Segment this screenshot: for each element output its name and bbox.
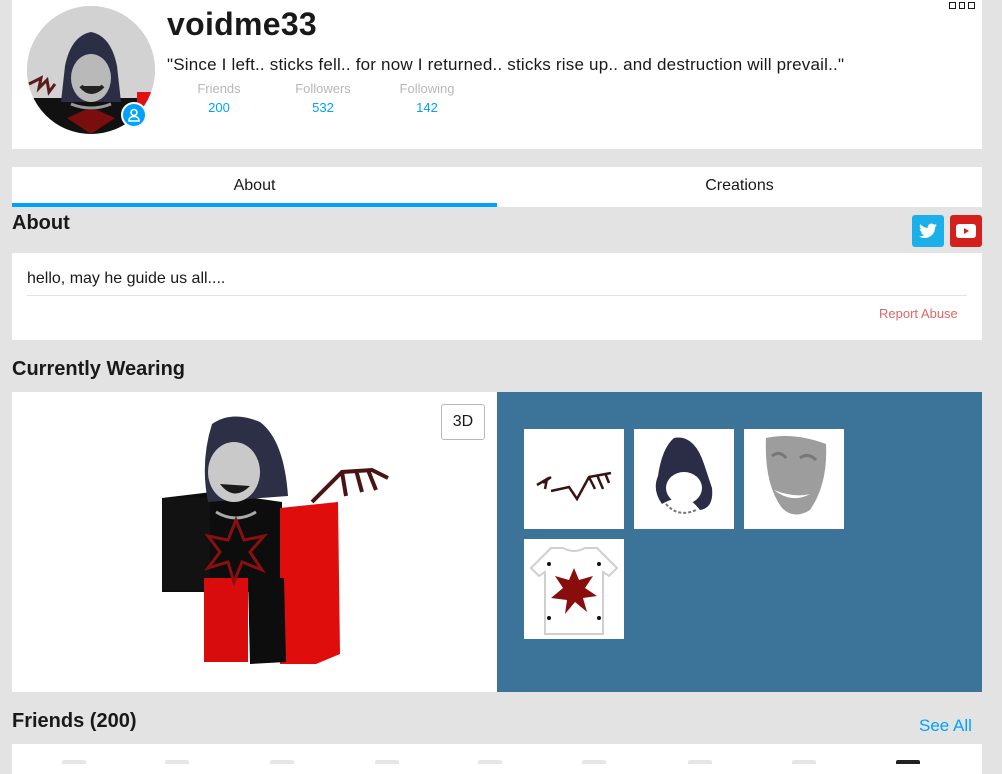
friend-avatar[interactable] [270, 760, 294, 764]
stat-value[interactable]: 200 [167, 100, 271, 115]
see-all-friends-link[interactable]: See All [919, 716, 972, 736]
stat-followers[interactable]: Followers 532 [271, 81, 375, 115]
friend-avatar[interactable] [792, 760, 816, 764]
stat-following[interactable]: Following 142 [375, 81, 479, 115]
currently-wearing-title: Currently Wearing [12, 358, 185, 380]
twitter-icon [919, 223, 937, 239]
twitter-button[interactable] [912, 215, 944, 247]
avatar-full-body-image [162, 416, 389, 664]
stat-label: Following [399, 81, 455, 96]
status-blurb: "Since I left.. sticks fell.. for now I … [167, 55, 845, 74]
report-abuse-link[interactable]: Report Abuse [879, 306, 958, 321]
stat-friends[interactable]: Friends 200 [167, 81, 271, 115]
wings-icon [536, 471, 612, 502]
wearing-item[interactable] [524, 429, 624, 529]
about-description: hello, may he guide us all.... [27, 270, 226, 287]
friend-avatar[interactable] [478, 760, 502, 764]
presence-badge [121, 102, 147, 128]
hood-icon [655, 437, 713, 514]
profile-tabs: About Creations [12, 167, 982, 207]
stat-value[interactable]: 532 [271, 100, 375, 115]
friend-avatar[interactable] [165, 760, 189, 764]
dot [949, 2, 956, 9]
friend-avatar[interactable] [582, 760, 606, 764]
more-options-icon[interactable] [949, 2, 976, 10]
wearing-item[interactable] [744, 429, 844, 529]
stat-label: Friends [197, 81, 241, 96]
tab-creations[interactable]: Creations [497, 167, 982, 207]
tab-about[interactable]: About [12, 167, 497, 207]
friend-avatar[interactable] [62, 760, 86, 764]
stat-label: Followers [295, 81, 351, 96]
dot [958, 2, 966, 9]
wearing-item[interactable] [634, 429, 734, 529]
avatar-3d-viewer[interactable] [12, 392, 497, 692]
about-section-title: About [12, 212, 70, 234]
mask-icon [765, 436, 827, 515]
dot [968, 2, 976, 9]
youtube-icon [956, 224, 976, 238]
username: voidme33 [167, 6, 318, 42]
divider [27, 295, 967, 296]
user-icon [128, 108, 140, 122]
friends-section-title: Friends (200) [12, 710, 137, 732]
friends-carousel [12, 744, 982, 774]
about-card [12, 253, 982, 340]
wearing-item[interactable] [524, 539, 624, 639]
toggle-3d-button[interactable]: 3D [441, 404, 485, 440]
friend-avatar[interactable] [375, 760, 399, 764]
stat-value[interactable]: 142 [375, 100, 479, 115]
youtube-button[interactable] [950, 215, 982, 247]
tshirt-icon [529, 547, 619, 635]
friend-avatar[interactable] [896, 760, 920, 764]
friend-avatar[interactable] [688, 760, 712, 764]
